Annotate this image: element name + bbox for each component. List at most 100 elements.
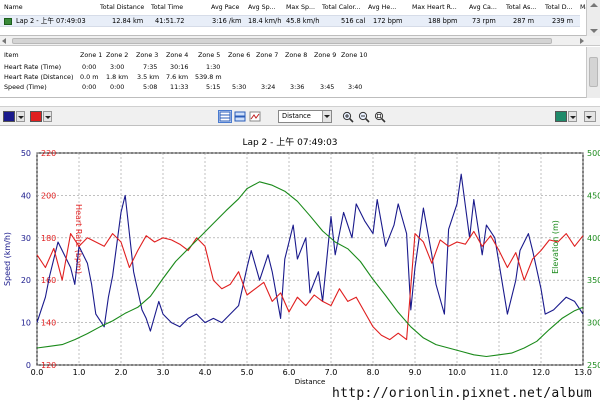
table-cell: 1:30 [206,63,221,71]
column-header[interactable]: Total D... [545,3,573,13]
column-header[interactable]: Name [4,3,23,13]
table-cell: 287 m [513,17,535,25]
x-tick-label: 10.0 [448,368,466,377]
column-header[interactable]: Zone 9 [314,50,336,60]
scroll-left-icon[interactable] [2,38,6,44]
heart-rate-tick-label: 140 [41,319,56,328]
column-header[interactable]: Item [4,50,19,60]
table-cell: 3:36 [290,83,305,91]
scrollbar-thumb[interactable] [589,57,598,87]
table-row[interactable]: Lap 2 - 上午 07:49:03 12.84 km 41:51.72 3:… [0,15,590,27]
column-header[interactable]: Avg He... [368,3,396,13]
table-row[interactable]: Heart Rate (Time) 0:00 3:00 7:35 30:16 1… [0,62,585,72]
scroll-right-icon[interactable] [580,38,584,44]
column-header[interactable]: Avg Sp... [248,3,276,13]
column-header[interactable]: Zone 2 [106,50,128,60]
chart-canvas[interactable]: 0.0 1.0 2.0 3.0 4.0 5.0 6.0 7.0 8.0 9.0 10.0 11.0 12… [0,127,600,403]
column-header[interactable]: Zone 4 [166,50,188,60]
column-header[interactable]: Zone 5 [198,50,220,60]
elevation-color-picker[interactable] [555,111,567,122]
table-row[interactable]: Heart Rate (Distance) 0.0 m 1.8 km 3.5 k… [0,72,585,82]
line-chart-button[interactable] [248,110,262,123]
chevron-down-icon[interactable] [568,111,577,122]
chevron-down-icon[interactable] [43,111,52,122]
xaxis-mode-select[interactable]: Distance [278,110,332,123]
table-cell: 516 cal [341,17,366,25]
scroll-up-icon[interactable] [590,3,598,7]
elevation-tick-label: 450 [587,191,600,200]
elevation-tick-label: 400 [587,234,600,243]
speed-tick-label: 10 [21,319,31,328]
table-cell: 3:24 [261,83,276,91]
elevation-tick-label: 500 [587,149,600,158]
chevron-down-icon[interactable] [584,111,596,122]
table-cell: 172 bpm [373,17,403,25]
zoom-in-icon [342,111,354,123]
horizontal-scrollbar[interactable] [0,36,600,46]
heart-rate-axis-label: Heart Rate (bpm) [74,204,83,274]
vertical-scrollbar[interactable] [586,0,600,36]
row-label: Heart Rate (Time) [4,63,62,71]
table-cell: 12.84 km [112,17,144,25]
table-cell: 3.5 km [137,73,160,81]
table-row[interactable]: Speed (Time) 0:00 0:00 5:08 11:33 5:15 5… [0,82,585,92]
column-header[interactable]: Total Calor... [322,3,361,13]
column-header[interactable]: Total As... [506,3,536,13]
x-axis-label: Distance [295,378,326,386]
chevron-down-icon[interactable] [322,111,331,122]
xaxis-mode-value: Distance [282,112,311,120]
table-cell: 41:51.72 [155,17,185,25]
column-header[interactable]: Total Time [151,3,183,13]
heart-rate-color-picker[interactable] [30,111,42,122]
column-header[interactable]: Zone 7 [256,50,278,60]
summary-header-row: Name Total Distance Total Time Avg Pace … [0,3,589,13]
stacked-chart-button[interactable] [233,110,247,123]
lap-summary-grid: Name Total Distance Total Time Avg Pace … [0,0,600,36]
table-cell: 11:33 [170,83,189,91]
x-tick-label: 8.0 [367,368,380,377]
zoom-out-button[interactable] [357,110,371,123]
speed-tick-label: 50 [21,149,31,158]
lap-name-cell: Lap 2 - 上午 07:49:03 [16,17,86,25]
zoom-in-button[interactable] [341,110,355,123]
column-header[interactable]: Zone 3 [136,50,158,60]
column-header[interactable]: Max Heart R... [412,3,457,13]
table-cell: 239 m [552,17,574,25]
scrollbar-thumb[interactable] [12,38,552,44]
speed-axis-label: Speed (km/h) [3,232,12,286]
stacked-chart-icon [234,111,246,122]
elevation-tick-label: 300 [587,319,600,328]
speed-color-picker[interactable] [3,111,15,122]
table-cell: 30:16 [170,63,189,71]
chart-title: Lap 2 - 上午 07:49:03 [242,136,337,148]
column-header[interactable]: Total Distance [100,3,144,13]
lap-chart[interactable]: 0.0 1.0 2.0 3.0 4.0 5.0 6.0 7.0 8.0 9.0 10.0 11.0 12… [0,127,600,403]
x-tick-label: 12.0 [532,368,550,377]
column-header[interactable]: Zone 6 [228,50,250,60]
chart-toolbar: Distance [0,106,600,126]
table-cell: 5:08 [143,83,158,91]
zone-header-row: Item Zone 1 Zone 2 Zone 3 Zone 4 Zone 5 … [0,50,585,60]
zoom-reset-button[interactable] [373,110,387,123]
table-cell: 0:00 [110,83,125,91]
table-cell: 3:00 [110,63,125,71]
column-header[interactable]: Avg Ca... [469,3,497,13]
column-header[interactable]: Zone 10 [341,50,367,60]
chevron-down-icon[interactable] [16,111,25,122]
heart-rate-tick-label: 120 [41,361,56,370]
table-cell: 188 bpm [428,17,458,25]
elevation-tick-label: 250 [587,361,600,370]
table-cell: 0:00 [82,63,97,71]
column-header[interactable]: Max Sp... [286,3,315,13]
column-header[interactable]: Zone 1 [80,50,102,60]
column-header[interactable]: Zone 8 [285,50,307,60]
table-cell: 0:00 [82,83,97,91]
zone-table-scrollbar[interactable] [586,47,600,98]
plot-area [36,152,584,366]
elevation-tick-label: 350 [587,276,600,285]
x-tick-label: 7.0 [325,368,338,377]
scroll-down-icon[interactable] [590,29,598,33]
column-header[interactable]: Avg Pace [211,3,239,13]
table-cell: 3:40 [348,83,363,91]
chart-layout-button[interactable] [218,110,232,123]
